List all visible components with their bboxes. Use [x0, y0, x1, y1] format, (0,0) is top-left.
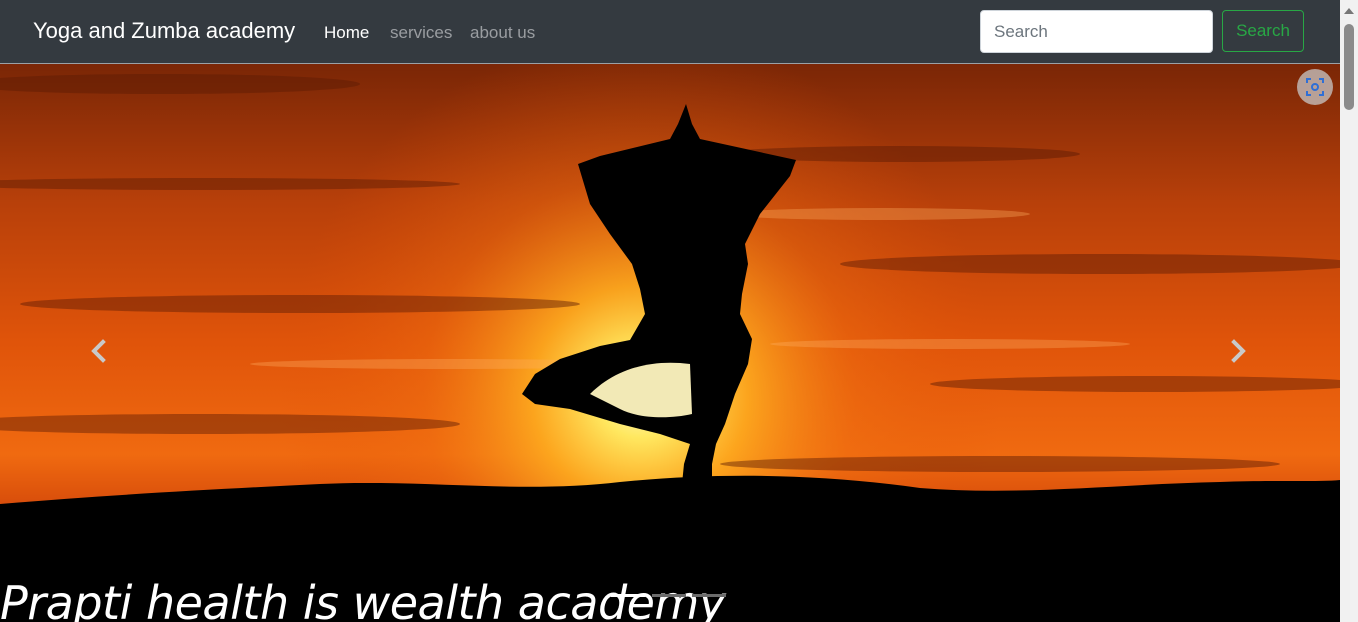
hero-carousel: Prapti health is wealth academy: [0, 64, 1340, 622]
scroll-up-arrow-icon[interactable]: [1344, 8, 1354, 14]
scroll-thumb[interactable]: [1344, 24, 1354, 110]
hero-image-yoga-silhouette: [0, 64, 1340, 622]
carousel-next-button[interactable]: [1223, 336, 1253, 366]
chevron-left-icon: [91, 339, 106, 363]
screenshot-lens-icon: [1306, 78, 1324, 96]
search-button[interactable]: Search: [1222, 10, 1304, 52]
carousel-indicator-2[interactable]: [652, 594, 686, 597]
page-scrollbar[interactable]: [1340, 0, 1358, 622]
navbar-brand[interactable]: Yoga and Zumba academy: [33, 18, 295, 44]
carousel-indicator-1[interactable]: [611, 594, 645, 597]
carousel-caption: Prapti health is wealth academy: [0, 576, 726, 622]
screenshot-lens-button[interactable]: [1297, 69, 1333, 105]
carousel-indicator-3[interactable]: [692, 594, 726, 597]
navbar: Yoga and Zumba academy Home services abo…: [0, 0, 1340, 64]
search-input[interactable]: [980, 10, 1213, 53]
nav-link-home[interactable]: Home: [324, 23, 369, 43]
nav-link-about-us[interactable]: about us: [470, 23, 535, 43]
nav-link-services[interactable]: services: [390, 23, 452, 43]
chevron-right-icon: [1231, 339, 1246, 363]
carousel-prev-button[interactable]: [84, 336, 114, 366]
